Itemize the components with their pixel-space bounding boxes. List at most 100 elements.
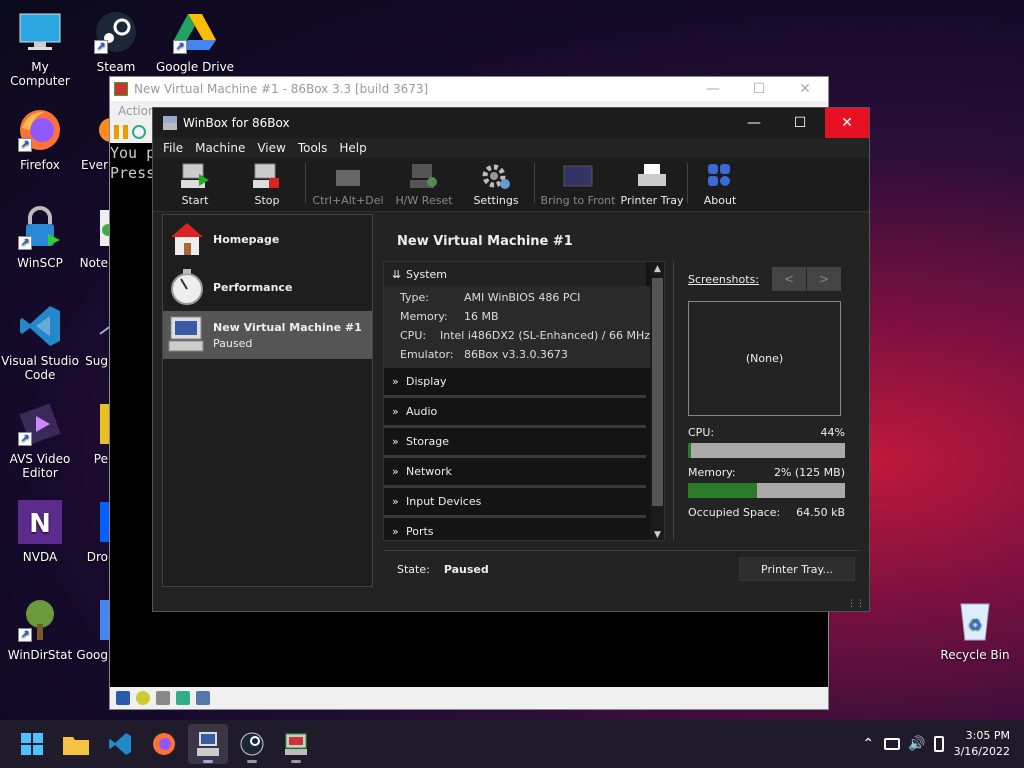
scrollbar-thumb[interactable] bbox=[652, 278, 663, 506]
toolbar-separator bbox=[687, 163, 688, 203]
start-button[interactable]: Start bbox=[159, 162, 231, 211]
details-scrollbar[interactable]: ▲ ▼ bbox=[650, 262, 664, 540]
network-icon[interactable] bbox=[884, 738, 901, 750]
close-button[interactable]: ✕ bbox=[782, 77, 828, 101]
volume-icon[interactable]: 🔊 bbox=[908, 736, 925, 752]
taskbar-steam[interactable] bbox=[232, 724, 272, 764]
sidebar-item-vm[interactable]: New Virtual Machine #1 Paused bbox=[163, 311, 372, 359]
section-display[interactable]: » Display bbox=[384, 368, 646, 398]
scroll-down-icon[interactable]: ▼ bbox=[650, 528, 664, 540]
settings-button[interactable]: Settings bbox=[460, 162, 532, 211]
printer-tray-action-button[interactable]: Printer Tray... bbox=[739, 557, 855, 581]
box86-app-icon bbox=[114, 82, 128, 96]
menu-help[interactable]: Help bbox=[333, 138, 372, 158]
start-menu-button[interactable] bbox=[12, 724, 52, 764]
chevron-right-icon: » bbox=[392, 405, 399, 418]
sidebar-item-performance[interactable]: Performance bbox=[163, 263, 372, 311]
desktop-icon-everything[interactable]: Ever bbox=[62, 106, 117, 172]
desktop-icon-steam[interactable]: ↗ Steam bbox=[76, 8, 156, 74]
section-ports[interactable]: » Ports bbox=[384, 518, 646, 540]
clock[interactable]: 3:05 PM 3/16/2022 bbox=[954, 728, 1010, 760]
desktop-icon-label: Pe bbox=[93, 452, 108, 466]
maximize-button[interactable]: ☐ bbox=[736, 77, 782, 101]
winbox-titlebar[interactable]: WinBox for 86Box — ☐ ✕ bbox=[153, 108, 869, 138]
hw-reset-label: H/W Reset bbox=[395, 194, 453, 207]
network-icon[interactable] bbox=[176, 691, 190, 705]
desktop-icon-notepad[interactable]: Note bbox=[62, 204, 116, 270]
scroll-up-icon[interactable]: ▲ bbox=[650, 262, 664, 276]
box86-statusbar bbox=[110, 687, 828, 709]
chevron-up-icon[interactable]: ⌃ bbox=[862, 736, 874, 752]
taskbar-winbox[interactable] bbox=[188, 724, 228, 764]
resize-grip[interactable]: ⋮⋮ bbox=[847, 599, 865, 609]
menu-machine[interactable]: Machine bbox=[189, 138, 251, 158]
sidebar-item-homepage[interactable]: Homepage bbox=[163, 215, 372, 263]
taskbar-file-explorer[interactable] bbox=[56, 724, 96, 764]
desktop-icon-label: Note bbox=[79, 256, 108, 270]
vm-details-list[interactable]: ⇊ System Type: AMI WinBIOS 486 PCI Memory:… bbox=[383, 261, 665, 541]
menu-view[interactable]: View bbox=[251, 138, 291, 158]
winbox-window[interactable]: WinBox for 86Box — ☐ ✕ File Machine View… bbox=[152, 107, 870, 612]
pause-icon[interactable] bbox=[114, 125, 128, 139]
close-button[interactable]: ✕ bbox=[825, 108, 869, 138]
reset-icon bbox=[408, 162, 440, 192]
reset-icon[interactable] bbox=[132, 125, 146, 139]
state-value: Paused bbox=[443, 563, 489, 576]
chevron-right-icon: » bbox=[392, 465, 399, 478]
house-icon bbox=[167, 219, 207, 259]
taskbar: ⌃ 🔊 3:05 PM 3/16/2022 bbox=[0, 720, 1024, 768]
section-input-devices[interactable]: » Input Devices bbox=[384, 488, 646, 518]
bring-to-front-button[interactable]: Bring to Front bbox=[537, 162, 619, 211]
printer-tray-button[interactable]: Printer Tray bbox=[619, 162, 685, 211]
memory-usage-label: Memory: bbox=[688, 466, 736, 479]
floppy-icon[interactable] bbox=[116, 691, 130, 705]
screenshots-link[interactable]: Screenshots: bbox=[688, 273, 759, 286]
ctrl-alt-del-button[interactable]: Ctrl+Alt+Del bbox=[308, 162, 388, 211]
desktop-icon-recycle-bin[interactable]: ♻ Recycle Bin bbox=[935, 596, 1015, 662]
about-label: About bbox=[703, 194, 737, 207]
toolbar-separator bbox=[305, 163, 306, 203]
memory-usage-bar bbox=[688, 483, 845, 498]
prev-screenshot-button[interactable]: < bbox=[772, 267, 806, 291]
google-drive-icon: ↗ bbox=[171, 8, 219, 56]
battery-icon[interactable] bbox=[933, 736, 944, 752]
sidebar-item-label: Performance bbox=[213, 280, 293, 294]
section-storage[interactable]: » Storage bbox=[384, 428, 646, 458]
emulator-value: 86Box v3.3.0.3673 bbox=[464, 348, 568, 361]
menu-tools[interactable]: Tools bbox=[292, 138, 334, 158]
section-system[interactable]: ⇊ System bbox=[384, 262, 646, 286]
taskbar-86box[interactable] bbox=[276, 724, 316, 764]
memory-value: 16 MB bbox=[464, 310, 499, 323]
minimize-button[interactable]: — bbox=[690, 77, 736, 101]
hdd-icon[interactable] bbox=[156, 691, 170, 705]
next-screenshot-button[interactable]: > bbox=[807, 267, 841, 291]
vscode-icon bbox=[16, 302, 64, 350]
desktop-icon-pe[interactable]: Pe bbox=[62, 400, 116, 466]
hw-reset-button[interactable]: H/W Reset bbox=[388, 162, 460, 211]
cpu-usage-value: 44% bbox=[820, 426, 845, 439]
sound-icon[interactable] bbox=[196, 691, 210, 705]
about-icon bbox=[704, 162, 736, 192]
desktop-icon-dropbox[interactable]: Dro bbox=[62, 498, 116, 564]
cdrom-icon[interactable] bbox=[136, 691, 150, 705]
desktop-icon-sugar[interactable]: Sug bbox=[62, 302, 116, 368]
section-label: Storage bbox=[406, 435, 450, 448]
taskbar-firefox[interactable] bbox=[144, 724, 184, 764]
running-indicator bbox=[247, 760, 257, 763]
section-network[interactable]: » Network bbox=[384, 458, 646, 488]
menu-action[interactable]: Action bbox=[118, 104, 156, 118]
taskbar-vscode[interactable] bbox=[100, 724, 140, 764]
menu-file[interactable]: File bbox=[157, 138, 189, 158]
gear-icon bbox=[480, 162, 512, 192]
desktop-icon-google[interactable]: Goog bbox=[62, 596, 116, 662]
desktop-icon-my-computer[interactable]: My Computer bbox=[0, 8, 80, 88]
minimize-button[interactable]: — bbox=[731, 108, 777, 138]
about-button[interactable]: About bbox=[690, 162, 750, 211]
maximize-button[interactable]: ☐ bbox=[777, 108, 823, 138]
desktop-icon-google-drive[interactable]: ↗ Google Drive bbox=[155, 8, 235, 74]
stop-button[interactable]: Stop bbox=[231, 162, 303, 211]
box86-titlebar[interactable]: New Virtual Machine #1 - 86Box 3.3 [buil… bbox=[110, 77, 828, 101]
screenshot-preview[interactable]: (None) bbox=[688, 301, 841, 416]
section-audio[interactable]: » Audio bbox=[384, 398, 646, 428]
vm-state-bar: State: Paused Printer Tray... bbox=[383, 550, 861, 588]
